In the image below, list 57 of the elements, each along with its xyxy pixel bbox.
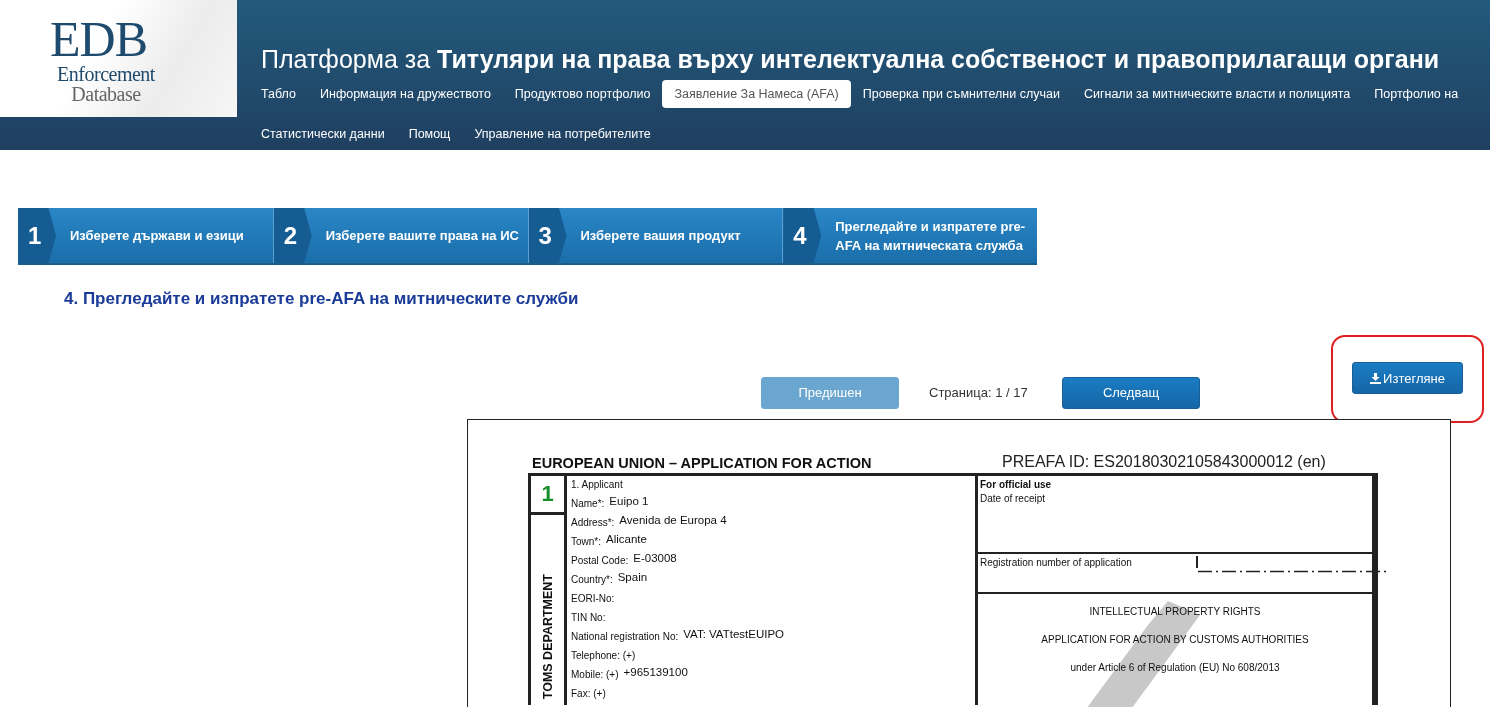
- step-label: Изберете вашите права на ИС: [325, 227, 520, 245]
- page-indicator: Страница: 1 / 17: [929, 385, 1029, 400]
- field-value: VAT: VATtestEUIPO: [683, 627, 785, 642]
- download-button[interactable]: Изтегляне: [1352, 362, 1463, 394]
- next-button[interactable]: Следващ: [1062, 376, 1200, 409]
- field-value: Alicante: [606, 532, 647, 547]
- field-label: Name*:: [571, 497, 605, 511]
- logo-text: EDB: [50, 13, 147, 64]
- logo-text: Database: [71, 83, 141, 104]
- field-label: Address*:: [571, 516, 615, 530]
- field-label: National registration No:: [571, 630, 679, 644]
- step-number: 3: [528, 208, 567, 263]
- step-number: 4: [783, 208, 822, 263]
- section-number: 1: [531, 476, 564, 515]
- field-label: EORI-No:: [571, 592, 615, 606]
- platform-title: Платформа за Титуляри на права върху интелектуална собственост и правоприлагащи органи: [261, 45, 1441, 75]
- field-label: Postal Code:: [571, 554, 629, 568]
- document-text: APPLICATION FOR ACTION BY CUSTOMS AUTHORITIES: [1041, 634, 1309, 645]
- nav-tab[interactable]: Помощ: [396, 120, 463, 148]
- nav-tab[interactable]: Проверка при съмнителни случаи: [850, 80, 1072, 108]
- nav-tab[interactable]: Управление на потребителите: [462, 120, 663, 148]
- document-text: INTELLECTUAL PROPERTY RIGHTS: [1089, 606, 1261, 617]
- field-value: Avenida de Europa 4: [619, 513, 727, 528]
- section-heading: 1. Applicant: [571, 479, 624, 490]
- official-use-label: For official use: [980, 479, 1053, 490]
- preafa-id: PREAFA ID: ES20180302105843000012 (en): [1002, 453, 1326, 471]
- field-label: Country*:: [571, 573, 613, 587]
- step-label: Прегледайте и изпратете pre-AFA на митническата служба: [835, 217, 1027, 255]
- document-text: under Article 6 of Regulation (EU) No 608/2013: [1070, 662, 1280, 673]
- field-value: E-03008: [633, 551, 677, 566]
- section-heading: 4. Прегледайте и изпратете pre-AFA на митническите служби: [64, 289, 580, 309]
- side-label: TOMS DEPARTMENT: [540, 573, 555, 699]
- download-icon: [1370, 372, 1382, 384]
- field-label: Town*:: [571, 535, 601, 549]
- field-value: Euipo 1: [609, 494, 649, 509]
- field-label: TIN No:: [571, 611, 606, 625]
- logo[interactable]: EDB Enforcement Database: [0, 0, 237, 117]
- nav-tab[interactable]: Табло: [261, 80, 308, 108]
- field-label: Registration number of application: [979, 556, 1133, 570]
- nav-tab[interactable]: Продуктово портфолио: [502, 80, 663, 108]
- field-label: Fax: (+): [571, 687, 606, 701]
- nav-tab[interactable]: Информация на дружеството: [308, 80, 503, 108]
- step-label: Изберете вашия продукт: [580, 227, 742, 245]
- step-number: 2: [273, 208, 312, 263]
- nav-tab[interactable]: Статистически данни: [261, 120, 397, 148]
- step-number: 1: [18, 208, 56, 263]
- nav-tab[interactable]: Сигнали за митническите власти и полицията: [1071, 80, 1363, 108]
- field-value: +965139100: [623, 665, 688, 680]
- field-label: Date of receipt: [980, 493, 1047, 504]
- nav-tab[interactable]: Портфолио на: [1362, 80, 1471, 108]
- logo-text: Enforcement: [57, 63, 155, 84]
- field-value: Spain: [617, 570, 648, 585]
- step-label: Изберете държави и езици: [70, 227, 245, 245]
- field-label: Mobile: (+): [571, 668, 619, 682]
- document-title: EUROPEAN UNION – APPLICATION FOR ACTION: [532, 455, 873, 471]
- field-label: Telephone: (+): [571, 649, 636, 663]
- nav-tab[interactable]: Заявление За Намеса (AFA): [662, 80, 851, 108]
